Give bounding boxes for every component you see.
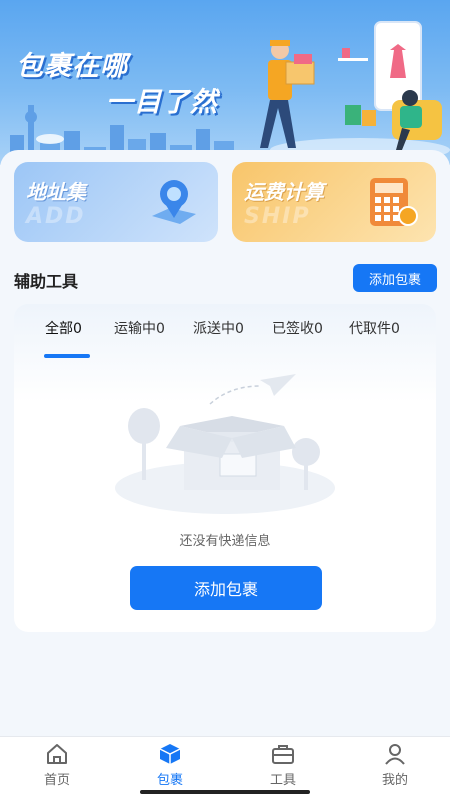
address-book-watermark: ADD (26, 204, 86, 229)
tab-signed[interactable]: 已签收0 (272, 318, 323, 338)
address-book-card[interactable]: 地址集 ADD (14, 162, 218, 242)
shipping-fee-watermark: SHIP (244, 204, 311, 229)
toolbox-icon (272, 745, 294, 764)
address-book-title: 地址集 (26, 180, 86, 204)
tab-pickup[interactable]: 代取件0 (349, 318, 400, 338)
package-status-tabs: 全部0 运输中0 派送中0 已签收0 代取件0 (14, 318, 436, 358)
nav-label-package: 包裹 (156, 773, 183, 788)
banner-title-line1: 包裹在哪 (16, 51, 128, 82)
home-indicator (140, 790, 310, 794)
package-icon (159, 744, 181, 764)
shipping-fee-title: 运费计算 (244, 180, 324, 204)
banner-title-line2: 一目了然 (106, 87, 218, 118)
tab-in-transit[interactable]: 运输中0 (114, 318, 165, 338)
user-icon (385, 744, 405, 765)
shipping-fee-card[interactable]: 运费计算 SHIP (232, 162, 436, 242)
home-icon (47, 744, 67, 764)
add-package-button-top[interactable]: 添加包裹 (353, 264, 437, 292)
nav-label-me: 我的 (381, 773, 408, 788)
nav-item-tools[interactable]: 工具 (248, 741, 318, 788)
tools-section-title: 辅助工具 (14, 272, 79, 291)
calculator-icon (370, 178, 418, 226)
packages-panel: 全部0 运输中0 派送中0 已签收0 代取件0 还没有快递信息 添加包裹 (14, 304, 436, 632)
tab-delivering[interactable]: 派送中0 (193, 318, 244, 338)
empty-box-icon (115, 374, 335, 514)
map-pin-icon (152, 180, 196, 224)
hero-banner: 包裹在哪 一目了然 (0, 0, 450, 165)
nav-label-tools: 工具 (269, 773, 296, 788)
nav-label-home: 首页 (43, 773, 70, 788)
nav-item-me[interactable]: 我的 (360, 741, 430, 788)
nav-item-package[interactable]: 包裹 (135, 741, 205, 788)
nav-item-home[interactable]: 首页 (22, 741, 92, 788)
delivery-illustration (260, 21, 450, 162)
tab-all[interactable]: 全部0 (45, 318, 82, 338)
active-tab-indicator (44, 354, 90, 358)
empty-message: 还没有快递信息 (179, 534, 271, 549)
add-package-button[interactable]: 添加包裹 (130, 566, 322, 610)
